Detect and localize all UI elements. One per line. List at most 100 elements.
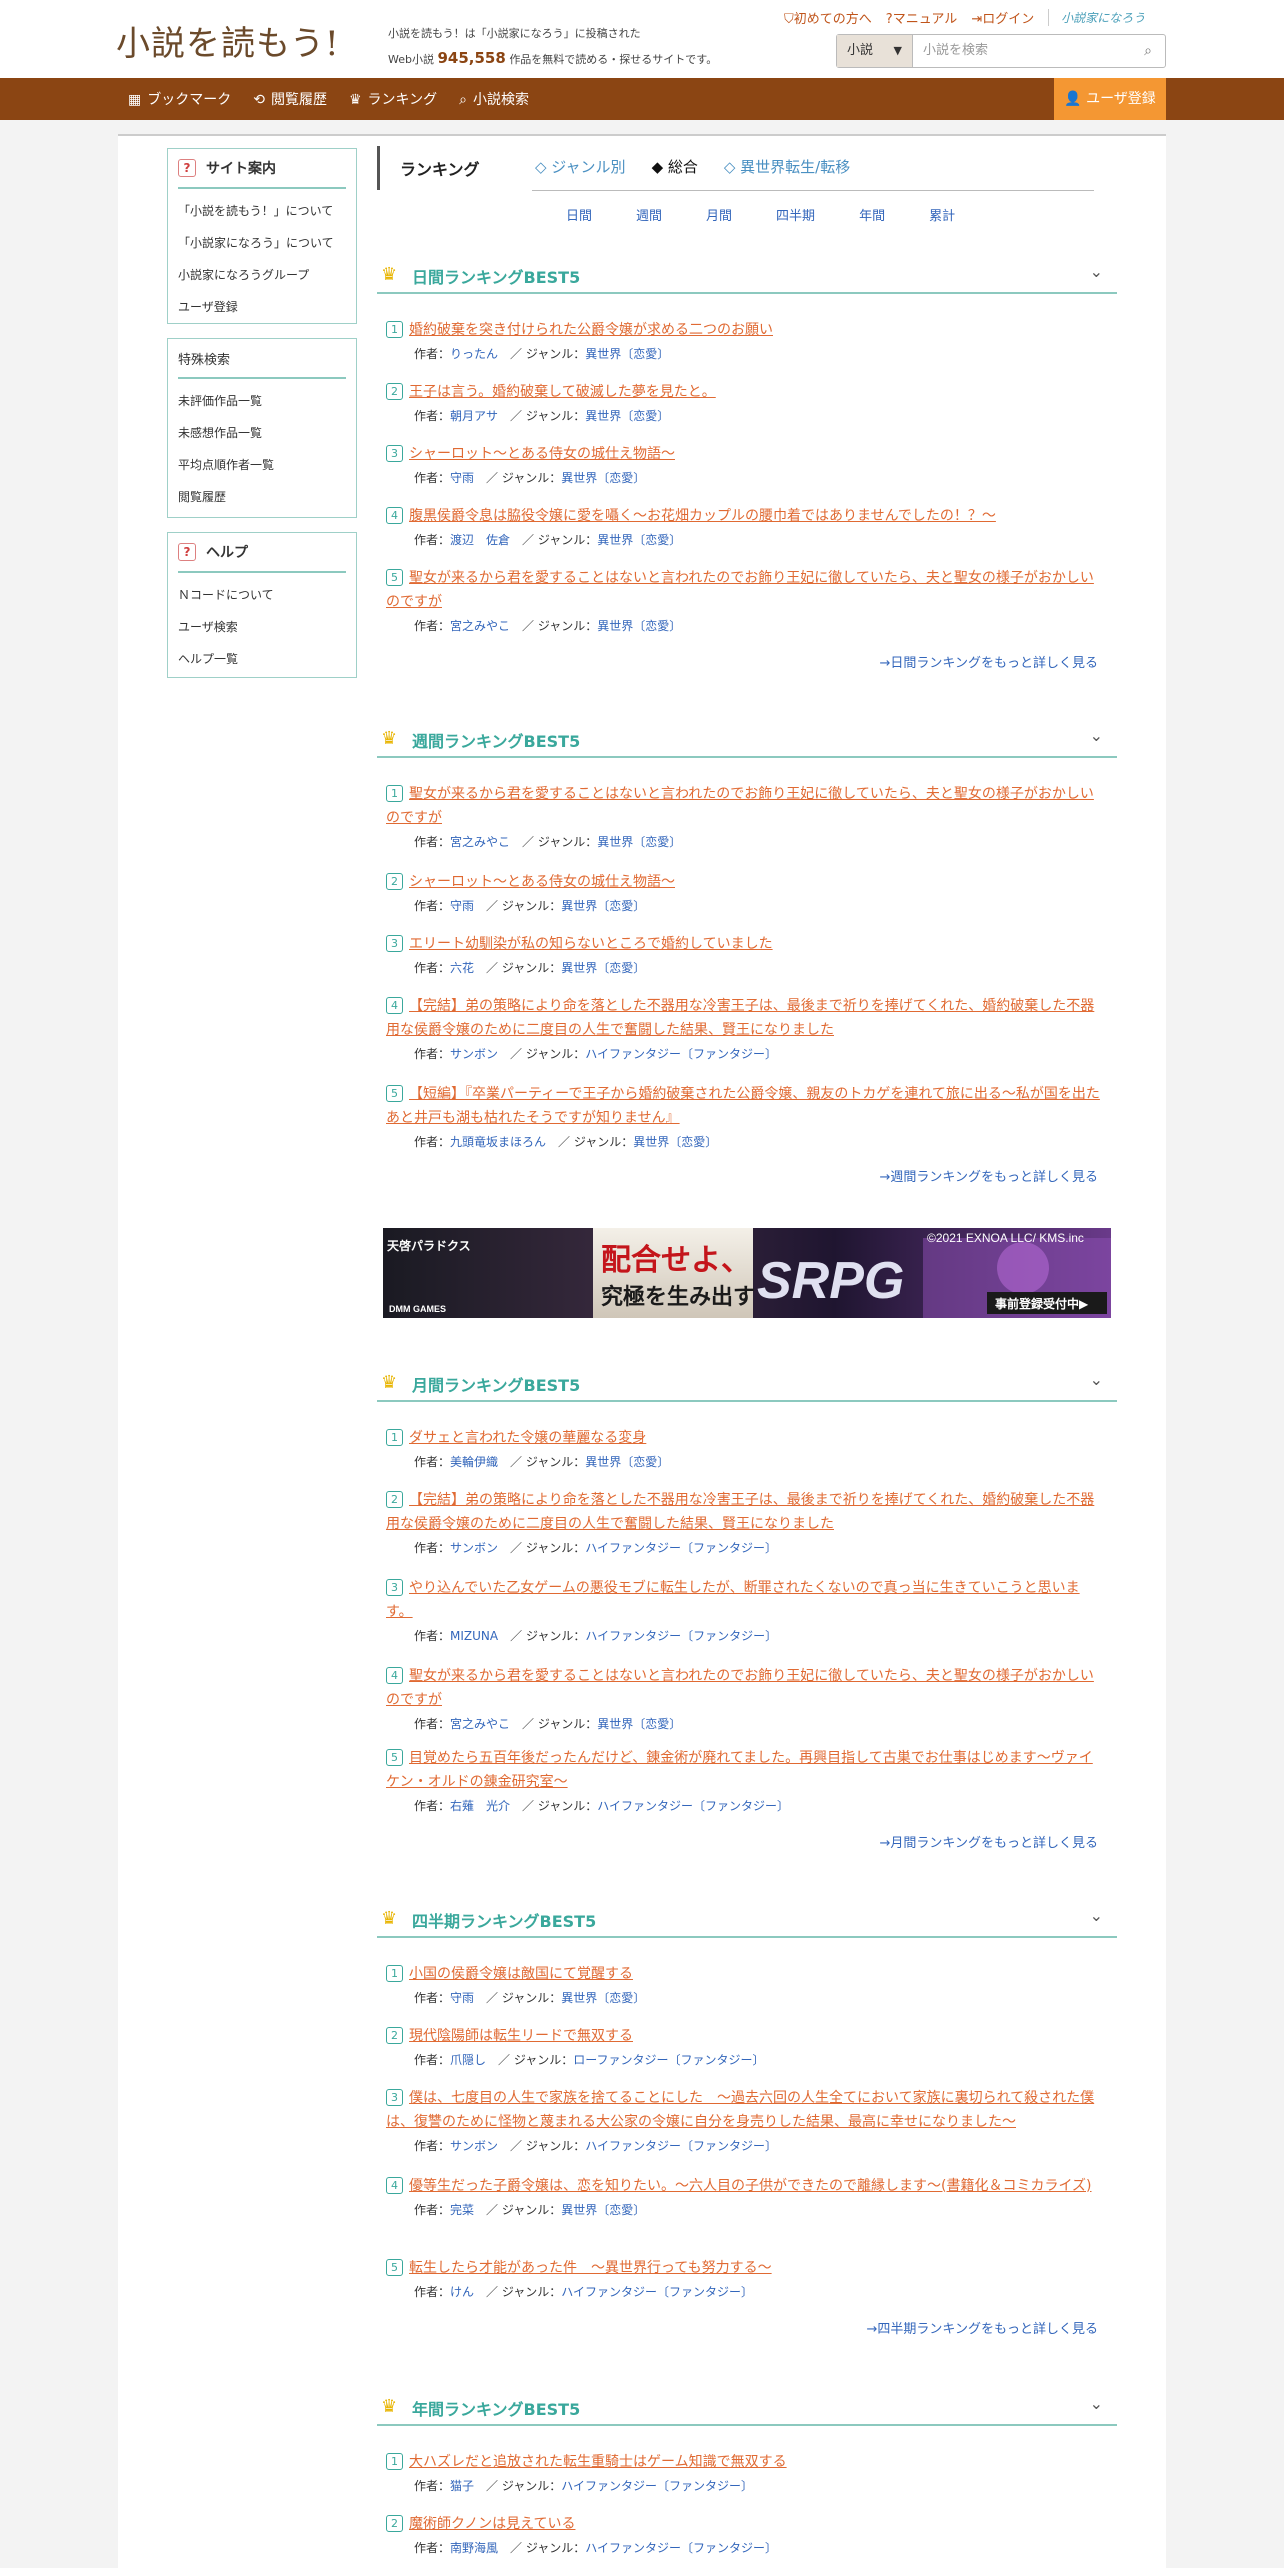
novel-title-link[interactable]: 3 エリート幼馴染が私の知らないところで婚約していました — [386, 932, 1106, 956]
novel-title-link[interactable]: 5 聖女が来るから君を愛することはないと言われたのでお飾り王妃に徹していたら、夫と… — [386, 566, 1106, 614]
author-link[interactable]: サンボン — [450, 1047, 498, 1061]
period-yearly[interactable]: 年間 — [859, 205, 885, 224]
sidebar-item-unrated[interactable]: 未評価作品一覧 — [178, 385, 346, 417]
author-link[interactable]: 猫子 — [450, 2479, 474, 2493]
author-link[interactable]: 美輪伊織 — [450, 1455, 498, 1469]
author-link[interactable]: 守雨 — [450, 471, 474, 485]
nav-ranking[interactable]: ♛ ランキング — [349, 89, 437, 109]
ranking-section-header[interactable]: ♛ 年間ランキングBEST5 ⌄ — [377, 2384, 1117, 2426]
chevron-down-icon[interactable]: ⌄ — [1090, 1370, 1103, 1389]
period-weekly[interactable]: 週間 — [636, 205, 662, 224]
author-link[interactable]: 渡辺 佐倉 — [450, 533, 510, 547]
author-link[interactable]: サンボン — [450, 1541, 498, 1555]
chevron-down-icon[interactable]: ⌄ — [1090, 262, 1103, 281]
genre-link[interactable]: 異世界〔恋愛〕 — [597, 1717, 681, 1731]
novel-title-link[interactable]: 4 優等生だった子爵令嬢は、恋を知りたい。～六人目の子供ができたので離縁します～(… — [386, 2174, 1106, 2198]
ranking-more-link[interactable]: →週間ランキングをもっと詳しく見る — [879, 1166, 1098, 1185]
novel-title-link[interactable]: 2 魔術師クノンは見えている — [386, 2512, 1106, 2536]
genre-link[interactable]: ハイファンタジー〔ファンタジー〕 — [597, 1799, 789, 1813]
genre-link[interactable]: 異世界〔恋愛〕 — [561, 2203, 645, 2217]
period-daily[interactable]: 日間 — [566, 205, 592, 224]
novel-title-link[interactable]: 5 目覚めたら五百年後だったんだけど、錬金術が廃れてました。再興目指して古巣でお仕… — [386, 1746, 1106, 1794]
author-link[interactable]: 九頭竜坂まほろん — [450, 1135, 546, 1149]
novel-title-link[interactable]: 1 聖女が来るから君を愛することはないと言われたのでお飾り王妃に徹していたら、夫と… — [386, 782, 1106, 830]
novel-title-link[interactable]: 4 腹黒侯爵令息は脇役令嬢に愛を囁く～お花畑カップルの腰巾着ではありませんでしたの… — [386, 504, 1106, 528]
tab-genre[interactable]: ◇ ジャンル別 — [535, 156, 626, 177]
period-quarterly[interactable]: 四半期 — [776, 205, 815, 224]
novel-title-link[interactable]: 3 やり込んでいた乙女ゲームの悪役モブに転生したが、断罪されたくないので真っ当に生… — [386, 1576, 1106, 1624]
ranking-section-header[interactable]: ♛ 日間ランキングBEST5 ⌄ — [377, 252, 1117, 294]
genre-link[interactable]: 異世界〔恋愛〕 — [585, 347, 669, 361]
novel-title-link[interactable]: 4 聖女が来るから君を愛することはないと言われたのでお飾り王妃に徹していたら、夫と… — [386, 1664, 1106, 1712]
site-logo[interactable]: 小説を読もう! — [116, 16, 340, 65]
genre-link[interactable]: 異世界〔恋愛〕 — [597, 533, 681, 547]
author-link[interactable]: 宮之みやこ — [450, 619, 510, 633]
login-link[interactable]: ⇥ログイン — [971, 8, 1034, 27]
novel-title-link[interactable]: 2 【完結】弟の策略により命を落とした不器用な冷害王子は、最後まで祈りを捧げてくれ… — [386, 1488, 1106, 1536]
sidebar-item-history[interactable]: 閲覧履歴 — [178, 481, 346, 513]
manual-link[interactable]: ?マニュアル — [886, 8, 958, 27]
novel-title-link[interactable]: 2 王子は言う。婚約破棄して破滅した夢を見たと。 — [386, 380, 1106, 404]
novel-title-link[interactable]: 3 シャーロット〜とある侍女の城仕え物語〜 — [386, 442, 1106, 466]
chevron-down-icon[interactable]: ⌄ — [1090, 1906, 1103, 1925]
ranking-more-link[interactable]: →月間ランキングをもっと詳しく見る — [879, 1832, 1098, 1851]
novel-title-link[interactable]: 5 転生したら才能があった件 ～異世界行っても努力する～ — [386, 2256, 1106, 2280]
novel-title-link[interactable]: 1 婚約破棄を突き付けられた公爵令嬢が求める二つのお願い — [386, 318, 1106, 342]
genre-link[interactable]: ハイファンタジー〔ファンタジー〕 — [585, 2541, 777, 2555]
author-link[interactable]: 朝月アサ — [450, 409, 498, 423]
period-monthly[interactable]: 月間 — [706, 205, 732, 224]
ad-banner[interactable]: 天啓パラドクス DMM GAMES 配合せよ、 究極を生み出す SRPG ©20… — [383, 1228, 1111, 1318]
sidebar-item-about-narou[interactable]: 「小説家になろう」について — [178, 227, 346, 259]
sidebar-item-help-list[interactable]: ヘルプ一覧 — [178, 643, 346, 675]
genre-link[interactable]: 異世界〔恋愛〕 — [597, 835, 681, 849]
search-type-select[interactable]: 小説 ▼ — [837, 35, 913, 67]
search-input[interactable]: 小説を検索 — [913, 35, 1131, 67]
novel-title-link[interactable]: 1 大ハズレだと追放された転生重騎士はゲーム知識で無双する — [386, 2450, 1106, 2474]
author-link[interactable]: MIZUNA — [450, 1629, 498, 1643]
author-link[interactable]: 宮之みやこ — [450, 1717, 510, 1731]
genre-link[interactable]: 異世界〔恋愛〕 — [597, 619, 681, 633]
genre-link[interactable]: 異世界〔恋愛〕 — [585, 409, 669, 423]
genre-link[interactable]: 異世界〔恋愛〕 — [585, 1455, 669, 1469]
author-link[interactable]: 守雨 — [450, 899, 474, 913]
nav-search[interactable]: ⌕ 小説検索 — [459, 89, 529, 109]
author-link[interactable]: けん — [450, 2285, 474, 2299]
sidebar-item-no-review[interactable]: 未感想作品一覧 — [178, 417, 346, 449]
tab-isekai[interactable]: ◇ 異世界転生/転移 — [724, 156, 850, 177]
sidebar-item-about-yomou[interactable]: 「小説を読もう！」について — [178, 195, 346, 227]
genre-link[interactable]: ハイファンタジー〔ファンタジー〕 — [585, 2139, 777, 2153]
ranking-section-header[interactable]: ♛ 四半期ランキングBEST5 ⌄ — [377, 1896, 1117, 1938]
ranking-more-link[interactable]: →四半期ランキングをもっと詳しく見る — [866, 2318, 1098, 2337]
novel-title-link[interactable]: 1 小国の侯爵令嬢は敵国にて覚醒する — [386, 1962, 1106, 1986]
author-link[interactable]: サンボン — [450, 2139, 498, 2153]
ranking-more-link[interactable]: →日間ランキングをもっと詳しく見る — [879, 652, 1098, 671]
nav-history[interactable]: ⟲ 閲覧履歴 — [253, 89, 327, 109]
author-link[interactable]: 完菜 — [450, 2203, 474, 2217]
ranking-section-header[interactable]: ♛ 月間ランキングBEST5 ⌄ — [377, 1360, 1117, 1402]
novel-title-link[interactable]: 3 僕は、七度目の人生で家族を捨てることにした ～過去六回の人生全てにおいて家族に… — [386, 2086, 1106, 2134]
genre-link[interactable]: ローファンタジー〔ファンタジー〕 — [573, 2053, 764, 2067]
chevron-down-icon[interactable]: ⌄ — [1090, 726, 1103, 745]
narou-logo-link[interactable]: 小説家になろう — [1048, 9, 1145, 26]
genre-link[interactable]: ハイファンタジー〔ファンタジー〕 — [561, 2479, 753, 2493]
genre-link[interactable]: 異世界〔恋愛〕 — [561, 1991, 645, 2005]
chevron-down-icon[interactable]: ⌄ — [1090, 2394, 1103, 2413]
genre-link[interactable]: ハイファンタジー〔ファンタジー〕 — [585, 1541, 777, 1555]
sidebar-item-group[interactable]: 小説家になろうグループ — [178, 259, 346, 291]
genre-link[interactable]: 異世界〔恋愛〕 — [561, 899, 645, 913]
author-link[interactable]: 宮之みやこ — [450, 835, 510, 849]
genre-link[interactable]: ハイファンタジー〔ファンタジー〕 — [561, 2285, 753, 2299]
genre-link[interactable]: ハイファンタジー〔ファンタジー〕 — [585, 1047, 777, 1061]
search-icon[interactable]: ⌕ — [1131, 35, 1165, 67]
genre-link[interactable]: 異世界〔恋愛〕 — [633, 1135, 717, 1149]
author-link[interactable]: 六花 — [450, 961, 474, 975]
genre-link[interactable]: ハイファンタジー〔ファンタジー〕 — [585, 1629, 777, 1643]
author-link[interactable]: 南野海風 — [450, 2541, 498, 2555]
sidebar-item-register[interactable]: ユーザ登録 — [178, 291, 346, 323]
novel-title-link[interactable]: 4 【完結】弟の策略により命を落とした不器用な冷害王子は、最後まで祈りを捧げてくれ… — [386, 994, 1106, 1042]
author-link[interactable]: 右薙 光介 — [450, 1799, 510, 1813]
author-link[interactable]: 爪隠し — [450, 2053, 486, 2067]
register-button[interactable]: 👤 ユーザ登録 — [1054, 78, 1166, 120]
beginner-link[interactable]: ⛉初めての方へ — [784, 8, 872, 27]
tab-overall[interactable]: ◆ 総合 — [652, 156, 698, 177]
